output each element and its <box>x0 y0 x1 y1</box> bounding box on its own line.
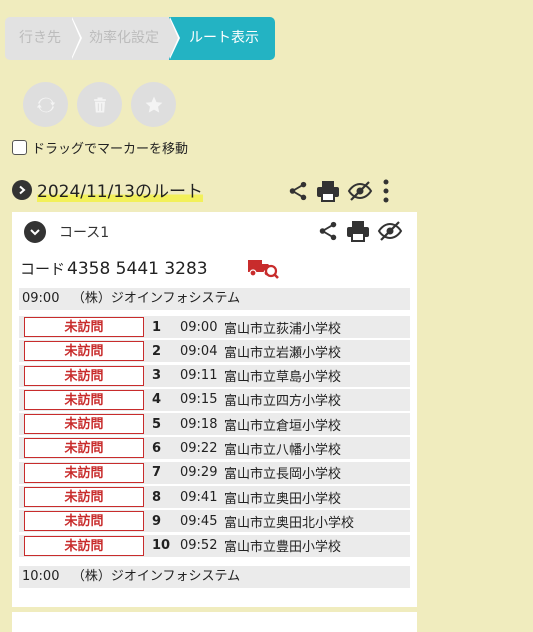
visit-status-badge[interactable]: 未訪問 <box>24 365 144 386</box>
stop-time: 09:22 <box>180 440 218 456</box>
stop-number: 9 <box>152 513 162 529</box>
end-name: （株）ジオインフォシステム <box>71 569 241 584</box>
trash-icon <box>93 97 106 112</box>
stop-number: 3 <box>152 368 162 384</box>
truck-search-icon[interactable] <box>246 256 280 280</box>
list-item[interactable]: 未訪問 6 09:22 富山市立八幡小学校 <box>19 437 410 460</box>
delete-button[interactable] <box>77 82 122 127</box>
share-icon[interactable] <box>317 220 339 242</box>
course-label: コース1 <box>59 225 110 241</box>
stop-name: 富山市立八幡小学校 <box>224 442 342 458</box>
visit-status-badge[interactable]: 未訪問 <box>24 389 144 410</box>
end-time: 10:00 <box>22 569 60 584</box>
start-name: （株）ジオインフォシステム <box>71 291 241 306</box>
stop-list: 未訪問 1 09:00 富山市立荻浦小学校 未訪問 2 09:04 富山市立岩瀬小学校 未訪問 3… <box>19 316 410 559</box>
stop-number: 10 <box>152 538 171 554</box>
stop-time: 09:15 <box>180 392 218 408</box>
list-item[interactable]: 未訪問 7 09:29 富山市立長岡小学校 <box>19 461 410 484</box>
visit-status-badge[interactable]: 未訪問 <box>24 438 144 459</box>
stop-number: 5 <box>152 416 162 432</box>
route-toolbar <box>287 178 392 204</box>
hide-icon[interactable] <box>347 180 373 202</box>
drag-marker-label: ドラッグでマーカーを移動 <box>32 142 189 157</box>
visit-status-badge[interactable]: 未訪問 <box>24 317 144 337</box>
favorite-button[interactable] <box>131 82 176 127</box>
expand-route-button[interactable] <box>12 179 32 200</box>
hide-icon[interactable] <box>377 220 403 242</box>
stop-time: 09:29 <box>180 465 218 481</box>
refresh-button[interactable] <box>23 82 68 127</box>
chevron-down-icon <box>30 229 40 236</box>
list-item[interactable]: 未訪問 5 09:18 富山市立倉垣小学校 <box>19 413 410 436</box>
code-value: 4358 5441 3283 <box>67 259 208 279</box>
stop-name: 富山市立四方小学校 <box>224 394 342 410</box>
list-item[interactable]: 未訪問 1 09:00 富山市立荻浦小学校 <box>19 316 410 338</box>
refresh-icon <box>36 97 55 112</box>
route-header: 2024/11/13のルート <box>12 177 203 202</box>
print-icon[interactable] <box>316 180 340 202</box>
stop-name: 富山市立奥田小学校 <box>224 491 342 507</box>
stop-time: 09:18 <box>180 416 218 432</box>
more-vertical-icon[interactable] <box>380 178 392 204</box>
stop-time: 09:45 <box>180 513 218 529</box>
drag-marker-checkbox[interactable] <box>12 140 27 155</box>
route-title[interactable]: 2024/11/13のルート <box>37 177 203 202</box>
start-point: 09:00 （株）ジオインフォシステム <box>19 288 410 310</box>
list-item[interactable]: 未訪問 8 09:41 富山市立奥田小学校 <box>19 486 410 509</box>
list-item[interactable]: 未訪問 10 09:52 富山市立豊田小学校 <box>19 534 410 557</box>
stop-number: 7 <box>152 465 162 481</box>
stop-name: 富山市立奥田北小学校 <box>224 515 355 531</box>
list-item[interactable]: 未訪問 3 09:11 富山市立草島小学校 <box>19 364 410 387</box>
stop-number: 4 <box>152 392 162 408</box>
share-icon[interactable] <box>287 180 309 202</box>
stop-time: 09:11 <box>180 368 218 384</box>
course-code: コード 4358 5441 3283 <box>20 258 208 279</box>
stop-name: 富山市立荻浦小学校 <box>224 321 342 337</box>
chevron-right-icon <box>19 185 26 194</box>
drag-marker-option[interactable]: ドラッグでマーカーを移動 <box>12 138 188 157</box>
stop-name: 富山市立豊田小学校 <box>224 540 342 556</box>
next-course-card <box>12 612 417 632</box>
stop-time: 09:04 <box>180 343 218 359</box>
course-header: コース1 <box>24 221 109 243</box>
breadcrumb-route-display[interactable]: ルート表示 <box>169 17 275 60</box>
stop-time: 09:52 <box>180 538 218 554</box>
stop-name: 富山市立倉垣小学校 <box>224 418 342 434</box>
stop-number: 8 <box>152 489 162 505</box>
list-item[interactable]: 未訪問 2 09:04 富山市立岩瀬小学校 <box>19 340 410 363</box>
course-card: コース1 コード 4358 5441 3283 09:00 （株）ジオインフォシ… <box>12 212 417 607</box>
end-point: 10:00 （株）ジオインフォシステム <box>19 566 410 588</box>
visit-status-badge[interactable]: 未訪問 <box>24 414 144 435</box>
visit-status-badge[interactable]: 未訪問 <box>24 511 144 532</box>
stop-time: 09:41 <box>180 489 218 505</box>
list-item[interactable]: 未訪問 9 09:45 富山市立奥田北小学校 <box>19 510 410 533</box>
stop-name: 富山市立草島小学校 <box>224 370 342 386</box>
course-toolbar <box>317 220 403 242</box>
breadcrumb: 行き先 効率化設定 ルート表示 <box>5 17 275 60</box>
stop-number: 6 <box>152 440 162 456</box>
stop-number: 2 <box>152 343 162 359</box>
code-label: コード <box>20 260 66 278</box>
breadcrumb-destinations[interactable]: 行き先 <box>5 17 82 60</box>
visit-status-badge[interactable]: 未訪問 <box>24 535 144 556</box>
visit-status-badge[interactable]: 未訪問 <box>24 487 144 508</box>
start-time: 09:00 <box>22 291 60 306</box>
breadcrumb-optimization-settings[interactable]: 効率化設定 <box>71 17 180 60</box>
visit-status-badge[interactable]: 未訪問 <box>24 341 144 362</box>
stop-number: 1 <box>152 319 162 335</box>
stop-time: 09:00 <box>180 319 218 335</box>
print-icon[interactable] <box>346 220 370 242</box>
stop-name: 富山市立岩瀬小学校 <box>224 345 342 361</box>
list-item[interactable]: 未訪問 4 09:15 富山市立四方小学校 <box>19 388 410 411</box>
visit-status-badge[interactable]: 未訪問 <box>24 462 144 483</box>
stop-name: 富山市立長岡小学校 <box>224 467 342 483</box>
collapse-course-button[interactable] <box>24 221 46 243</box>
star-icon <box>145 96 162 113</box>
